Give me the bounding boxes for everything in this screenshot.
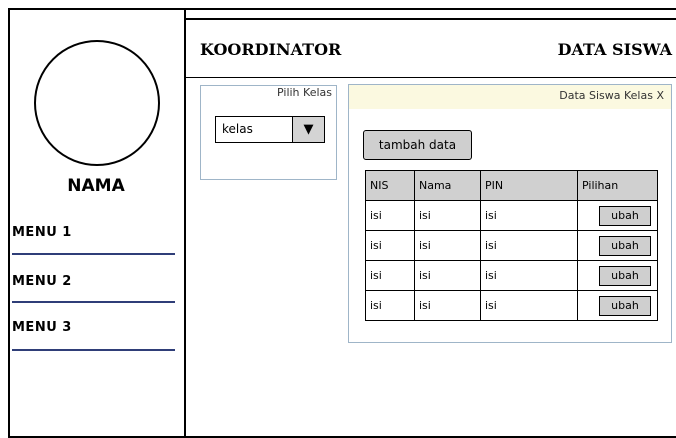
sidebar-item-underline [12, 301, 175, 303]
nama-cell: isi [414, 230, 481, 261]
avatar [34, 40, 160, 166]
column-header-nama: Nama [414, 170, 481, 201]
chevron-down-icon[interactable]: ▼ [292, 117, 324, 142]
table-row: isi isi isi ubah [365, 230, 658, 261]
column-header-nis: NIS [365, 170, 415, 201]
student-table: NIS Nama PIN Pilihan isi isi isi ubah is… [365, 170, 658, 321]
action-cell: ubah [577, 230, 658, 261]
column-header-pin: PIN [480, 170, 578, 201]
column-header-pilihan: Pilihan [577, 170, 658, 201]
nama-cell: isi [414, 260, 481, 291]
pin-cell: isi [480, 200, 578, 231]
nis-cell: isi [365, 230, 415, 261]
nama-cell: isi [414, 290, 481, 321]
action-cell: ubah [577, 200, 658, 231]
user-name: NAMA [67, 176, 125, 196]
table-row: isi isi isi ubah [365, 260, 658, 291]
sidebar-item-menu-1[interactable]: MENU 1 [12, 225, 72, 240]
header-top-rule [185, 18, 676, 20]
pin-cell: isi [480, 290, 578, 321]
class-chooser-title: Pilih Kelas [277, 86, 332, 99]
nis-cell: isi [365, 260, 415, 291]
nis-cell: isi [365, 290, 415, 321]
action-cell: ubah [577, 260, 658, 291]
sidebar-item-menu-3[interactable]: MENU 3 [12, 320, 72, 335]
header-bottom-rule [185, 77, 676, 78]
sidebar-divider [184, 8, 186, 438]
pin-cell: isi [480, 230, 578, 261]
edit-button[interactable]: ubah [599, 295, 651, 316]
class-chooser-panel: Pilih Kelas kelas ▼ [200, 85, 337, 180]
pin-cell: isi [480, 260, 578, 291]
panel-title: Data Siswa Kelas X [559, 89, 664, 102]
nama-cell: isi [414, 200, 481, 231]
table-row: isi isi isi ubah [365, 290, 658, 321]
table-header-row: NIS Nama PIN Pilihan [365, 170, 658, 201]
page-title: KOORDINATOR [200, 40, 342, 59]
edit-button[interactable]: ubah [599, 265, 651, 286]
table-row: isi isi isi ubah [365, 200, 658, 231]
action-cell: ubah [577, 290, 658, 321]
class-select-value: kelas [222, 122, 253, 136]
edit-button[interactable]: ubah [599, 205, 651, 226]
edit-button[interactable]: ubah [599, 235, 651, 256]
sidebar-item-underline [12, 253, 175, 255]
nis-cell: isi [365, 200, 415, 231]
add-data-button[interactable]: tambah data [363, 130, 472, 160]
sidebar-item-underline [12, 349, 175, 351]
section-title: DATA SISWA [557, 40, 672, 59]
sidebar-item-menu-2[interactable]: MENU 2 [12, 274, 72, 289]
class-select[interactable]: kelas ▼ [215, 116, 325, 143]
